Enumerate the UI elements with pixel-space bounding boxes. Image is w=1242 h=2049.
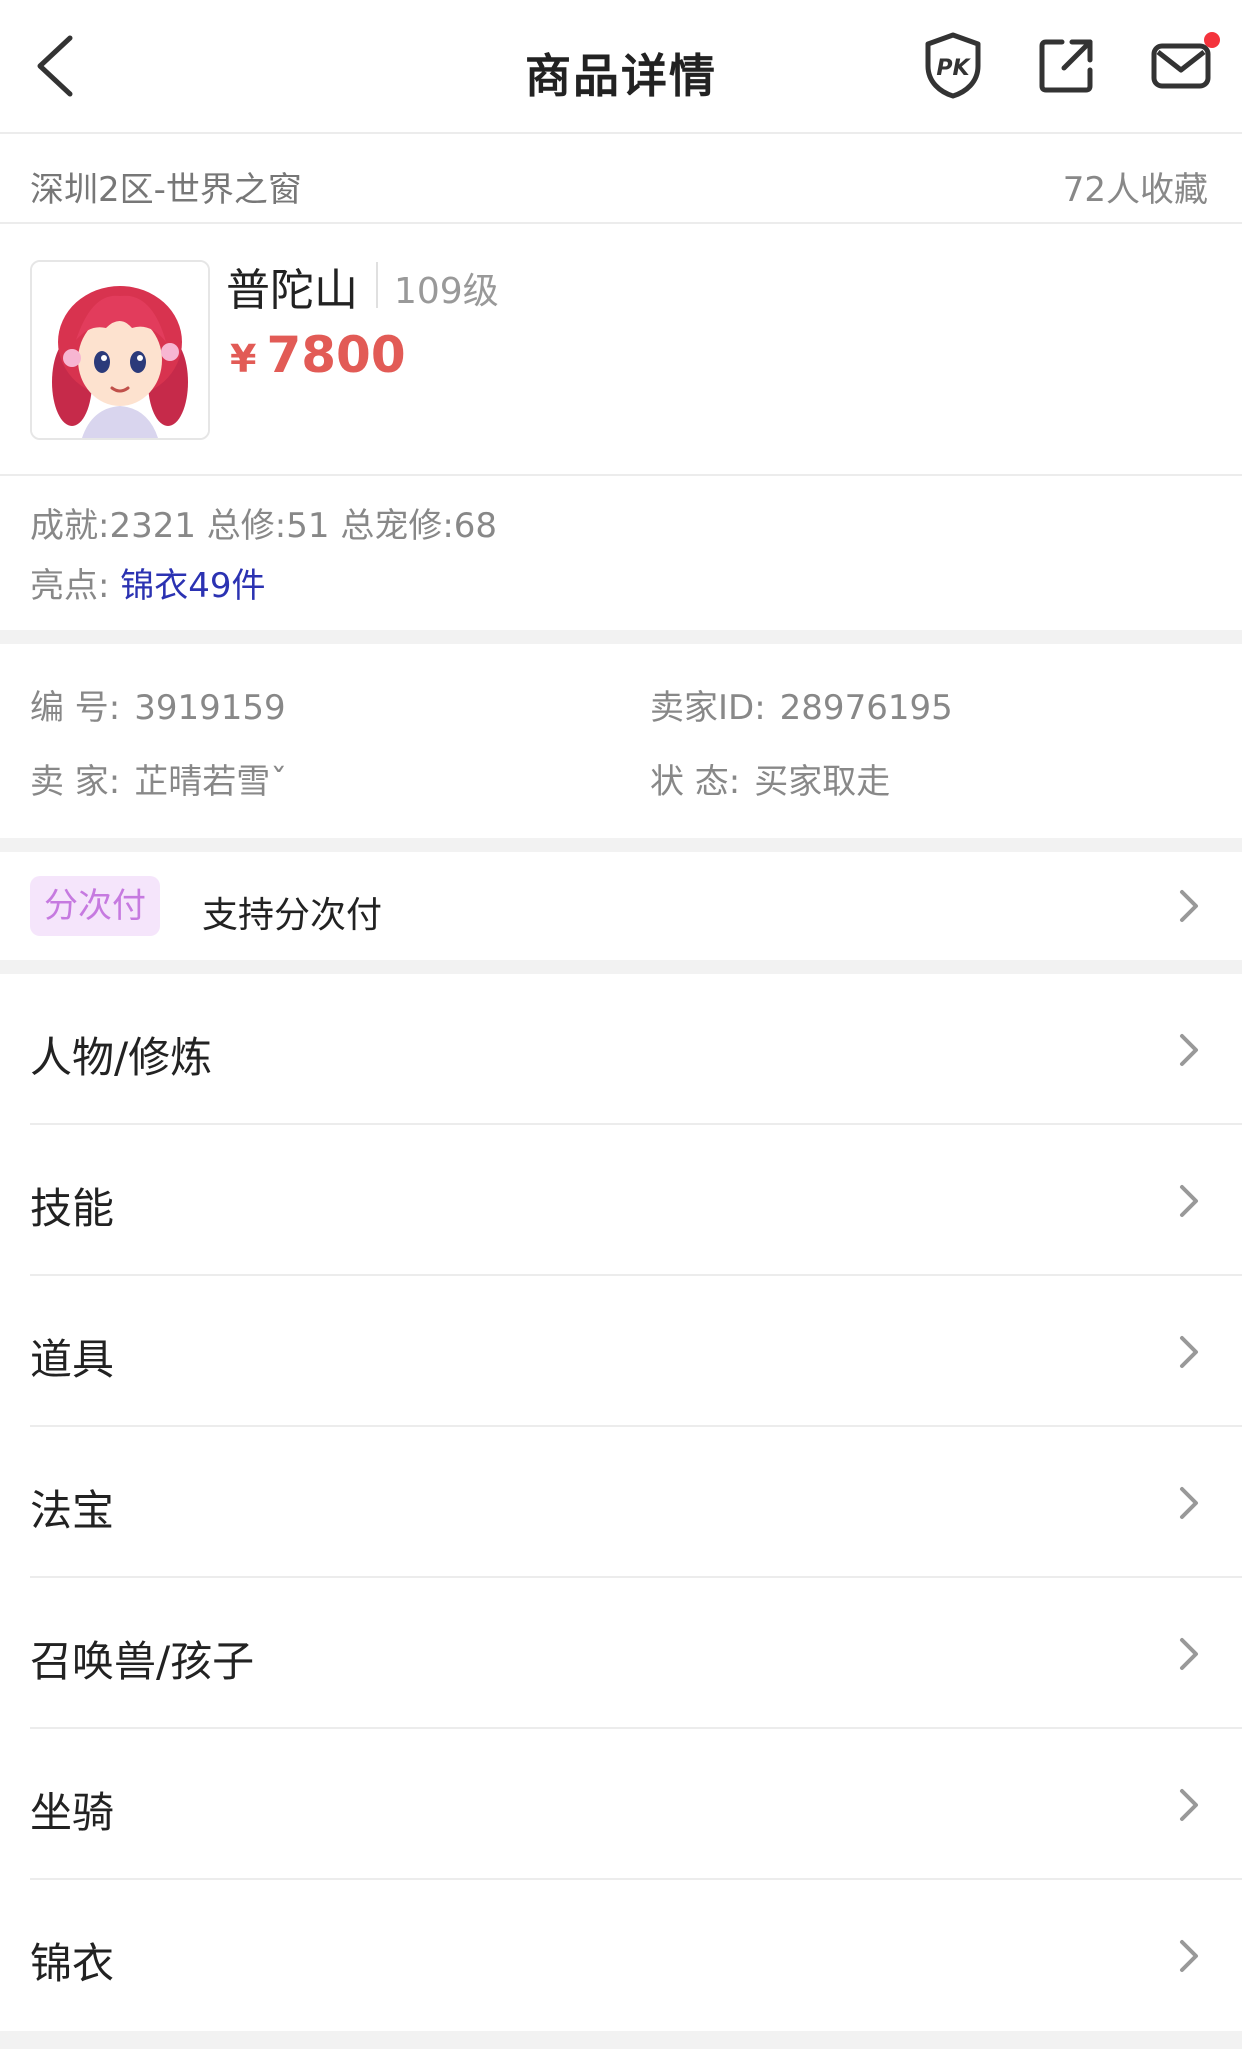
character-avatar[interactable] [30,260,210,440]
seller-id: 卖家ID: 28976195 [650,680,953,729]
item-number-value: 3919159 [134,688,286,728]
chevron-right-icon [1180,1034,1198,1066]
installment-tag: 分次付 [30,876,160,936]
chevron-right-icon [1180,1185,1198,1217]
chevron-right-icon [1180,1336,1198,1368]
trade-status-value: 买家取走 [754,762,891,802]
menu-item-label: 法宝 [30,1486,115,1535]
nav-bar: 商品详情 PK [0,0,1242,134]
highlight-label: 亮点: [30,566,110,606]
stats-section: 成就:2321 总修:51 总宠修:68 亮点: 锦衣49件 [0,476,1242,630]
menu-item-skills[interactable]: 技能 [0,1125,1242,1276]
installment-row[interactable]: 分次付 支持分次付 [0,852,1242,960]
pk-shield-icon: PK [925,32,981,99]
menu-item-pets[interactable]: 召唤兽/孩子 [0,1578,1242,1729]
menu-item-outfits[interactable]: 锦衣 [0,1880,1242,2031]
divider [376,262,378,308]
menu-item-items[interactable]: 道具 [0,1276,1242,1427]
svg-text:PK: PK [936,56,971,81]
messages-button[interactable] [1146,30,1220,100]
share-button[interactable] [1032,30,1102,100]
menu-item-label: 技能 [30,1184,115,1233]
highlight-value[interactable]: 锦衣49件 [120,566,265,606]
menu-item-label: 坐骑 [30,1788,115,1837]
installment-text: 支持分次付 [202,895,383,936]
trade-status-label: 状 态: [650,762,741,802]
seller-id-value: 28976195 [779,688,953,728]
section-gap [0,838,1242,852]
menu-item-character[interactable]: 人物/修炼 [0,974,1242,1125]
server-row: 深圳2区-世界之窗 72人收藏 [0,132,1242,224]
trade-status: 状 态: 买家取走 [650,754,890,803]
stats-summary: 成就:2321 总修:51 总宠修:68 [30,506,498,546]
section-gap [0,960,1242,974]
menu-item-label: 锦衣 [30,1939,115,1988]
seller-name-value: 芷晴若雪ˇ [134,762,288,802]
role-name: 普陀山 [226,265,358,316]
menu-item-treasures[interactable]: 法宝 [0,1427,1242,1578]
item-info: 编 号: 3919159 卖家ID: 28976195 卖 家: 芷晴若雪ˇ 状 态:… [0,644,1242,838]
pk-compare-button[interactable]: PK [918,30,988,100]
chevron-right-icon [1180,1789,1198,1821]
notification-badge [1204,32,1220,48]
favorite-count[interactable]: 72人收藏 [1063,162,1208,211]
highlight-line: 亮点: 锦衣49件 [30,558,266,607]
server-name: 深圳2区-世界之窗 [30,170,302,210]
price-value: 7800 [266,326,406,384]
menu-item-label: 召唤兽/孩子 [30,1637,255,1686]
chevron-right-icon [1180,1940,1198,1972]
share-icon [1039,39,1093,93]
role-level: 109级 [394,271,499,312]
chevron-right-icon [1180,1487,1198,1519]
item-number-label: 编 号: [30,688,121,728]
bottom-gap [0,2031,1242,2049]
price: ¥7800 [230,326,406,384]
seller-id-label: 卖家ID: [650,688,766,728]
seller-name: 卖 家: 芷晴若雪ˇ [30,754,287,803]
section-gap [0,630,1242,644]
menu-item-label: 道具 [30,1335,115,1384]
character-portrait-image [32,262,208,438]
chevron-right-icon [1180,1638,1198,1670]
currency-symbol: ¥ [230,337,257,381]
detail-menu: 人物/修炼 技能 道具 法宝 召唤兽/孩子 坐骑 锦衣 [0,974,1242,2031]
item-number: 编 号: 3919159 [30,680,286,729]
product-summary: 普陀山 109级 ¥7800 [0,222,1242,476]
menu-item-label: 人物/修炼 [30,1033,213,1082]
menu-item-mounts[interactable]: 坐骑 [0,1729,1242,1880]
chevron-right-icon [1180,890,1198,922]
seller-name-label: 卖 家: [30,762,121,802]
